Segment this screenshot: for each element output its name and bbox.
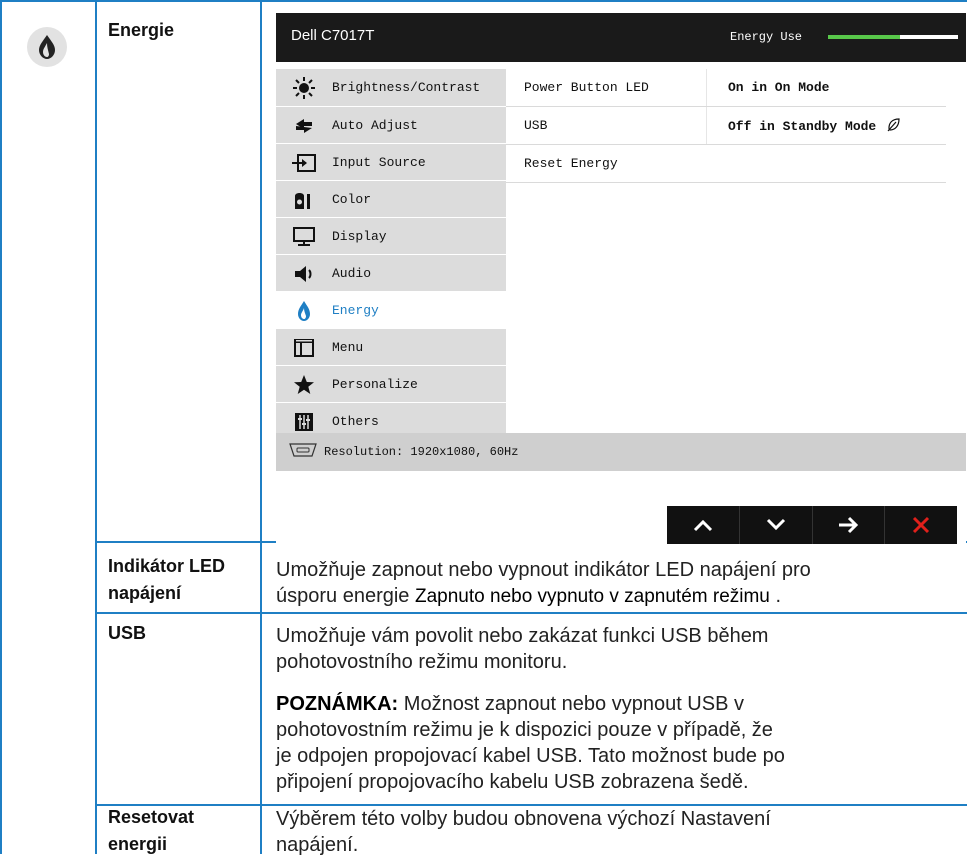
note-line: POZNÁMKA: Možnost zapnout nebo vypnout U… [276,691,956,717]
menu-item-personalize[interactable]: Personalize [276,366,506,403]
menu-item-audio[interactable]: Audio [276,255,506,292]
icon-column-divider [95,0,97,854]
text-span: Možnost zapnout nebo vypnout USB v [403,693,744,715]
text-span: . [775,585,782,607]
display-icon [292,225,316,249]
usb-value-text: Off in Standby Mode [728,119,877,134]
text-line: pohotovostním režimu je k dispozici pouz… [276,719,773,741]
submenu-value: Off in Standby Mode [728,118,901,134]
down-arrow-icon [766,518,785,531]
submenu-row-usb[interactable]: USB Off in Standby Mode [506,107,946,145]
submenu-divider [706,69,707,106]
eco-leaf-icon [887,118,900,132]
others-icon [292,410,316,434]
close-icon [913,516,930,534]
submenu-name: Power Button LED [524,80,649,95]
text-span: úsporu energie [276,585,410,607]
menu-item-auto-adjust[interactable]: Auto Adjust [276,107,506,144]
flame-icon [39,35,55,59]
osd-header: Dell C7017T Energy Use [276,13,966,62]
submenu-row-power-button-led[interactable]: Power Button LED On in On Mode [506,69,946,107]
input-source-icon [292,151,316,175]
table-left-border [0,0,2,854]
table-top-border [0,0,967,10]
monitor-model: Dell C7017T [291,27,375,44]
energy-use-bar [828,35,958,39]
row-divider-2 [95,612,967,614]
menu-item-color[interactable]: Color [276,181,506,218]
menu-item-label: Color [332,192,372,207]
energy-use-fill [828,35,900,39]
submenu-name: USB [524,118,548,133]
menu-item-label: Energy [332,303,379,318]
highlight-setting: Zapnuto nebo vypnuto v zapnutém režimu [415,586,770,607]
energy-section-icon [27,27,67,67]
row-label-line: Resetovat [108,807,195,827]
row-label-line: napájení [108,583,182,603]
row-label-reset: Resetovat energii [108,804,194,858]
submenu-divider [706,107,707,144]
menu-item-input-source[interactable]: Input Source [276,144,506,181]
row-label-usb: USB [108,623,147,643]
menu-icon [292,336,316,360]
menu-item-label: Audio [332,266,372,281]
osd-nav-buttons [667,506,957,544]
submenu-value: On in On Mode [728,80,830,95]
energy-icon [292,299,316,323]
menu-item-brightness-contrast[interactable]: Brightness/Contrast [276,69,506,106]
submenu-name: Reset Energy [524,156,618,171]
menu-item-label: Display [332,229,387,244]
resolution-text: Resolution: 1920x1080, 60Hz [324,445,519,459]
menu-item-label: Menu [332,340,364,355]
up-button[interactable] [667,506,740,544]
text-line: pohotovostního režimu monitoru. [276,651,568,673]
submenu-row-reset-energy[interactable]: Reset Energy [506,145,946,183]
row-text-led: Umožňuje zapnout nebo vypnout indikátor … [276,557,956,610]
row-label-led: Indikátor LED napájení [108,553,225,607]
color-icon [292,188,316,212]
text-line: úsporu energie Zapnuto nebo vypnuto v za… [276,583,956,610]
right-arrow-icon [839,516,859,534]
star-icon [292,373,316,397]
row-label-line: Indikátor LED [108,556,226,576]
right-button[interactable] [813,506,886,544]
menu-item-display[interactable]: Display [276,218,506,255]
osd-menu: Dell C7017T Energy Use Brightness/Contra… [276,13,966,544]
menu-item-label: Brightness/Contrast [332,80,481,95]
section-title: Energie [108,20,175,40]
text-line: je odpojen propojovací kabel USB. Tato m… [276,745,785,767]
auto-adjust-icon [292,114,316,138]
note-label: POZNÁMKA: [276,693,399,715]
row-text-reset: Výběrem této volby budou obnovena výchoz… [276,806,956,858]
text-line: Výběrem této volby budou obnovena výchoz… [276,808,771,830]
menu-item-label: Input Source [332,155,426,170]
vga-port-icon [288,442,318,463]
close-button[interactable] [885,506,957,544]
osd-main-menu: Brightness/Contrast Auto Adjust Input So… [276,69,506,433]
menu-item-menu[interactable]: Menu [276,329,506,366]
menu-item-label: Auto Adjust [332,118,418,133]
row-text-usb: Umožňuje vám povolit nebo zakázat funkci… [276,623,956,795]
brightness-icon [292,76,316,100]
text-line: napájení. [276,834,359,856]
menu-item-label: Others [332,414,379,429]
text-line: Umožňuje zapnout nebo vypnout indikátor … [276,559,811,581]
down-button[interactable] [740,506,813,544]
up-arrow-icon [693,519,712,532]
label-column-divider [260,0,262,854]
resolution-status-bar: Resolution: 1920x1080, 60Hz [276,433,966,471]
menu-item-energy[interactable]: Energy [276,292,506,329]
audio-icon [292,262,316,286]
energy-use-label: Energy Use [730,30,803,44]
menu-item-label: Personalize [332,377,418,392]
text-line: Umožňuje vám povolit nebo zakázat funkci… [276,625,769,647]
text-line: připojení propojovacího kabelu USB zobra… [276,771,749,793]
